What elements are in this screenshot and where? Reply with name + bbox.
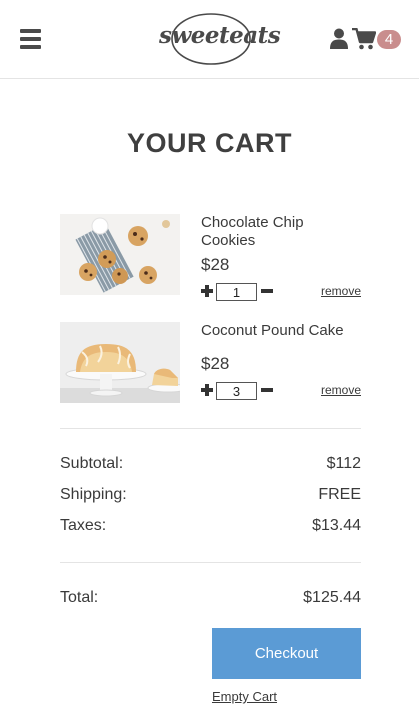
user-icon[interactable] bbox=[329, 28, 349, 49]
item-price: $28 bbox=[201, 354, 230, 373]
shopping-cart-icon[interactable] bbox=[352, 27, 377, 50]
cart-count-badge[interactable]: 4 bbox=[377, 30, 401, 49]
quantity-stepper: remove bbox=[201, 283, 361, 303]
item-name[interactable]: Chocolate Chip Cookies bbox=[201, 214, 361, 250]
remove-link[interactable]: remove bbox=[321, 383, 361, 397]
plus-icon[interactable] bbox=[201, 285, 213, 297]
shipping-value: FREE bbox=[318, 486, 361, 503]
site-header: sweeteats 4 bbox=[0, 0, 419, 79]
quantity-input[interactable] bbox=[216, 283, 257, 301]
empty-cart-link[interactable]: Empty Cart bbox=[212, 689, 277, 704]
divider bbox=[60, 428, 361, 429]
shipping-label: Shipping: bbox=[60, 486, 127, 503]
cart-item: Chocolate Chip Cookies $28 remove bbox=[60, 214, 361, 301]
quantity-input[interactable] bbox=[216, 382, 257, 400]
quantity-stepper: remove bbox=[201, 382, 361, 402]
item-price: $28 bbox=[201, 255, 230, 274]
minus-icon[interactable] bbox=[261, 388, 273, 392]
subtotal-value: $112 bbox=[326, 455, 361, 472]
page-title: YOUR CART bbox=[127, 128, 292, 158]
subtotal-label: Subtotal: bbox=[60, 455, 124, 472]
pound-cake-photo[interactable] bbox=[60, 322, 180, 403]
checkout-button[interactable]: Checkout bbox=[212, 628, 361, 679]
divider bbox=[60, 562, 361, 563]
hamburger-menu-icon[interactable] bbox=[20, 29, 41, 49]
taxes-label: Taxes: bbox=[60, 517, 107, 534]
cart-item: Coconut Pound Cake $28 remove bbox=[60, 322, 361, 404]
remove-link[interactable]: remove bbox=[321, 284, 361, 298]
total-value: $125.44 bbox=[303, 589, 361, 606]
plus-icon[interactable] bbox=[201, 384, 213, 396]
item-name[interactable]: Coconut Pound Cake bbox=[201, 322, 361, 340]
logo-text: sweeteats bbox=[159, 22, 281, 49]
taxes-value: $13.44 bbox=[312, 517, 361, 534]
minus-icon[interactable] bbox=[261, 289, 273, 293]
total-label: Total: bbox=[60, 589, 99, 606]
cookies-photo[interactable] bbox=[60, 214, 180, 295]
site-logo[interactable]: sweeteats bbox=[159, 12, 281, 66]
